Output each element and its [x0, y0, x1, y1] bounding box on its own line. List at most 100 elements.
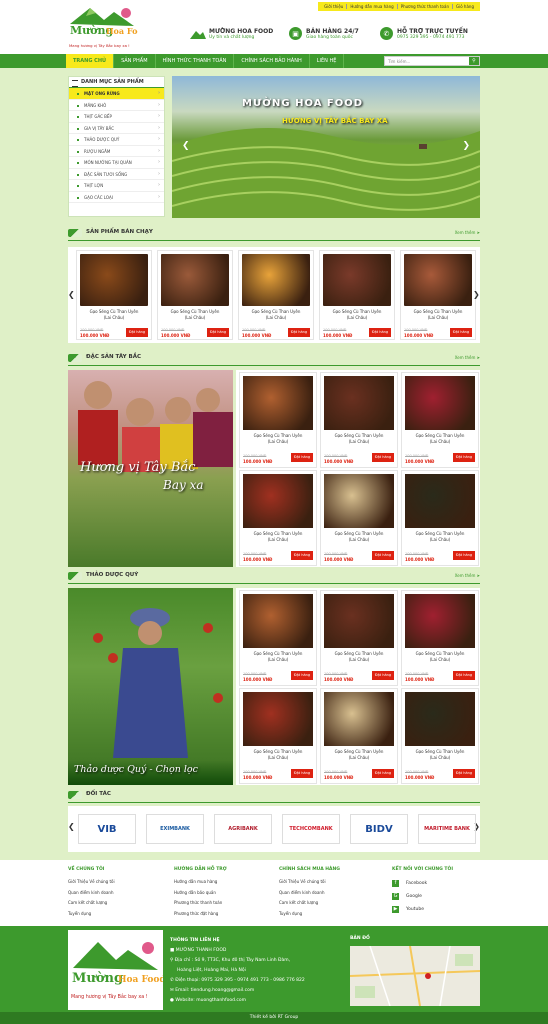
product-card[interactable]: Gạo Séng Cù Than Uyên (Lai Châu) 100.000 V…: [401, 372, 479, 468]
product-name[interactable]: Gạo Séng Cù Than Uyên (Lai Châu): [401, 309, 475, 320]
order-button[interactable]: Đặt hàng: [372, 769, 394, 778]
product-name[interactable]: Gạo Séng Cù Than Uyên (Lai Châu): [321, 651, 397, 662]
partners-prev-icon[interactable]: ❮: [68, 822, 75, 831]
product-image[interactable]: [243, 474, 313, 528]
product-card[interactable]: Gạo Séng Cù Than Uyên (Lai Châu) 100.000 V…: [401, 688, 479, 784]
order-button[interactable]: Đặt hàng: [291, 551, 313, 560]
hero-banner[interactable]: MƯỜNG HOA FOOD HƯƠNG VỊ TÂY BẮC BAY XA ❮…: [172, 76, 480, 218]
order-button[interactable]: Đặt hàng: [372, 671, 394, 680]
order-button[interactable]: Đặt hàng: [453, 671, 475, 680]
carousel-prev-icon[interactable]: ❮: [68, 290, 75, 299]
youtube-link[interactable]: ▶ Youtube: [392, 903, 487, 916]
footer-link[interactable]: Quan điểm kinh doanh: [68, 888, 163, 899]
partner-logo[interactable]: MARITIME BANK: [418, 814, 476, 844]
product-image[interactable]: [161, 254, 229, 306]
product-image[interactable]: [405, 474, 475, 528]
search-icon[interactable]: ⚲: [469, 57, 479, 65]
footer-link[interactable]: Giới Thiệu Về chúng tôi: [68, 877, 163, 888]
product-name[interactable]: Gạo Séng Cù Than Uyên (Lai Châu): [321, 433, 397, 444]
bestseller-more-link[interactable]: Xem thêm ➤: [455, 230, 480, 235]
product-card[interactable]: Gạo Séng Cù Than Uyên (Lai Châu) 100.000 V…: [401, 590, 479, 686]
category-item[interactable]: GIA VỊ TÂY BẮC ›: [69, 123, 164, 134]
google-link[interactable]: G Google: [392, 890, 487, 903]
product-name[interactable]: Gạo Séng Cù Than Uyên (Lai Châu): [402, 749, 478, 760]
product-card[interactable]: Gạo Séng Cù Than Uyên (Lai Châu) 100.000 V…: [76, 250, 152, 340]
nav-home[interactable]: TRANG CHỦ: [66, 54, 115, 68]
product-name[interactable]: Gạo Séng Cù Than Uyên (Lai Châu): [321, 531, 397, 542]
product-card[interactable]: Gạo Séng Cù Than Uyên (Lai Châu) 100.000 V…: [239, 372, 317, 468]
product-card[interactable]: Gạo Séng Cù Than Uyên (Lai Châu) 100.000 V…: [239, 470, 317, 566]
footer-link[interactable]: Cam kết chất lượng: [68, 898, 163, 909]
category-item[interactable]: MẬT ONG RỪNG ›: [69, 88, 164, 100]
product-image[interactable]: [405, 594, 475, 648]
herbs-more-link[interactable]: Xem thêm ➤: [455, 573, 480, 578]
product-name[interactable]: Gạo Séng Cù Than Uyên (Lai Châu): [321, 749, 397, 760]
partner-logo[interactable]: VIB: [78, 814, 136, 844]
order-button[interactable]: Đặt hàng: [291, 453, 313, 462]
partner-logo[interactable]: AGRIBANK: [214, 814, 272, 844]
product-card[interactable]: Gạo Séng Cù Than Uyên (Lai Châu) 100.000 V…: [320, 470, 398, 566]
partner-logo[interactable]: EXIMBANK: [146, 814, 204, 844]
top-link-guide[interactable]: Hướng dẫn mua hàng: [347, 4, 398, 9]
nav-payment[interactable]: HÌNH THỨC THANH TOÁN: [156, 54, 235, 68]
footer-link[interactable]: Cam kết chất lượng: [279, 898, 374, 909]
footer-logo[interactable]: Mường Hoa Food Mang hương vị Tây Bắc bay…: [68, 930, 166, 1010]
product-name[interactable]: Gạo Séng Cù Than Uyên (Lai Châu): [320, 309, 394, 320]
order-button[interactable]: Đặt hàng: [291, 671, 313, 680]
order-button[interactable]: Đặt hàng: [372, 551, 394, 560]
category-item[interactable]: GẠO CÁC LOẠI ›: [69, 192, 164, 203]
product-card[interactable]: Gạo Séng Cù Than Uyên (Lai Châu) 100.000 V…: [319, 250, 395, 340]
product-card[interactable]: Gạo Séng Cù Than Uyên (Lai Châu) 100.000 V…: [320, 688, 398, 784]
product-card[interactable]: Gạo Séng Cù Than Uyên (Lai Châu) 100.000 V…: [320, 372, 398, 468]
product-image[interactable]: [243, 594, 313, 648]
product-card[interactable]: Gạo Séng Cù Than Uyên (Lai Châu) 100.000 V…: [400, 250, 476, 340]
product-name[interactable]: Gạo Séng Cù Than Uyên (Lai Châu): [240, 651, 316, 662]
category-item[interactable]: RƯỢU NGÂM ›: [69, 146, 164, 157]
footer-link[interactable]: Tuyển dụng: [279, 909, 374, 920]
order-button[interactable]: Đặt hàng: [369, 328, 391, 337]
order-button[interactable]: Đặt hàng: [453, 769, 475, 778]
product-image[interactable]: [324, 692, 394, 746]
product-image[interactable]: [324, 376, 394, 430]
product-image[interactable]: [405, 376, 475, 430]
order-button[interactable]: Đặt hàng: [126, 328, 148, 337]
partner-logo[interactable]: BIDV: [350, 814, 408, 844]
category-item[interactable]: ĐẶC SẢN TƯƠI SỐNG ›: [69, 169, 164, 180]
category-item[interactable]: THẢO DƯỢC QUÝ ›: [69, 134, 164, 146]
specialty-banner[interactable]: Hương vị Tây Bắc Bay xa: [68, 370, 233, 567]
product-card[interactable]: Gạo Séng Cù Than Uyên (Lai Châu) 100.000 V…: [320, 590, 398, 686]
product-card[interactable]: Gạo Séng Cù Than Uyên (Lai Châu) 100.000 V…: [401, 470, 479, 566]
order-button[interactable]: Đặt hàng: [450, 328, 472, 337]
product-card[interactable]: Gạo Séng Cù Than Uyên (Lai Châu) 100.000 V…: [238, 250, 314, 340]
product-image[interactable]: [80, 254, 148, 306]
product-image[interactable]: [243, 376, 313, 430]
product-image[interactable]: [324, 594, 394, 648]
product-image[interactable]: [324, 474, 394, 528]
product-image[interactable]: [405, 692, 475, 746]
footer-link[interactable]: Tuyển dụng: [68, 909, 163, 920]
contact-email[interactable]: ✉ Email: tiendung.hoang@gmail.com: [170, 986, 340, 996]
order-button[interactable]: Đặt hàng: [372, 453, 394, 462]
product-card[interactable]: Gạo Séng Cù Than Uyên (Lai Châu) 100.000 V…: [239, 590, 317, 686]
partner-logo[interactable]: TECHCOMBANK: [282, 814, 340, 844]
product-image[interactable]: [243, 692, 313, 746]
product-name[interactable]: Gạo Séng Cù Than Uyên (Lai Châu): [240, 531, 316, 542]
category-item[interactable]: MĂNG KHÔ ›: [69, 100, 164, 111]
top-link-about[interactable]: Giới thiệu: [321, 4, 348, 9]
banner-next-icon[interactable]: ❯: [462, 141, 470, 151]
footer-link[interactable]: Giới Thiệu Về chúng tôi: [279, 877, 374, 888]
carousel-next-icon[interactable]: ❯: [473, 290, 480, 299]
product-card[interactable]: Gạo Séng Cù Than Uyên (Lai Châu) 100.000 V…: [157, 250, 233, 340]
product-name[interactable]: Gạo Séng Cù Than Uyên (Lai Châu): [240, 749, 316, 760]
product-name[interactable]: Gạo Séng Cù Than Uyên (Lai Châu): [402, 433, 478, 444]
order-button[interactable]: Đặt hàng: [288, 328, 310, 337]
product-name[interactable]: Gạo Séng Cù Than Uyên (Lai Châu): [158, 309, 232, 320]
nav-products[interactable]: SẢN PHẨM: [114, 54, 156, 68]
product-name[interactable]: Gạo Séng Cù Than Uyên (Lai Châu): [402, 651, 478, 662]
footer-link[interactable]: Quan điểm kinh doanh: [279, 888, 374, 899]
category-item[interactable]: THỊT LỢN ›: [69, 180, 164, 192]
top-link-payment[interactable]: Phương thức thanh toán: [398, 4, 453, 9]
specialty-more-link[interactable]: Xem thêm ➤: [455, 355, 480, 360]
site-logo[interactable]: Mường Hoa Food Mang hương vị Tây Bắc bay…: [68, 4, 149, 50]
order-button[interactable]: Đặt hàng: [207, 328, 229, 337]
